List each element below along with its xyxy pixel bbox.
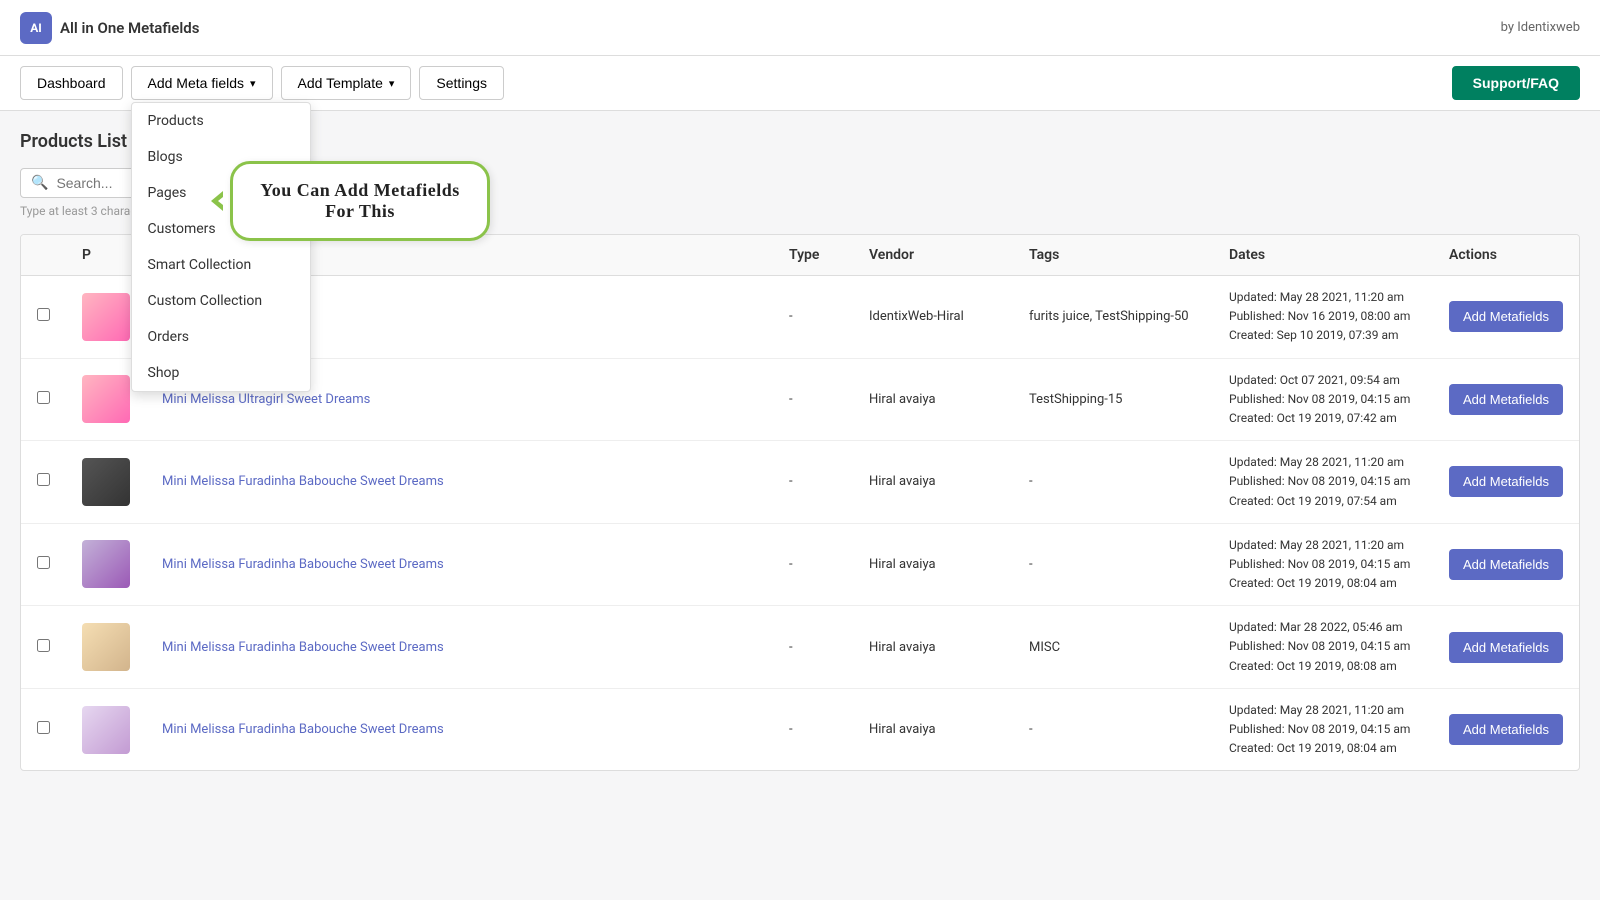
product-title-link[interactable]: Mini Melissa Ultragirl Sweet Dreams — [162, 392, 370, 407]
add-template-button[interactable]: Add Template ▾ — [281, 66, 412, 100]
add-meta-button[interactable]: Add Meta fields ▾ — [131, 66, 273, 100]
row-actions-cell: Add Metafields — [1433, 606, 1579, 689]
row-tags-cell: furits juice, TestShipping-50 — [1013, 276, 1213, 359]
product-image — [82, 458, 130, 506]
row-type-cell: - — [773, 688, 853, 770]
add-metafields-button[interactable]: Add Metafields — [1449, 301, 1563, 332]
add-meta-dropdown[interactable]: Add Meta fields ▾ Products Blogs Pages C… — [131, 66, 273, 100]
row-type-cell: - — [773, 606, 853, 689]
app-icon: AI — [20, 12, 52, 44]
row-actions-cell: Add Metafields — [1433, 358, 1579, 441]
row-vendor-cell: Hiral avaiya — [853, 688, 1013, 770]
row-tags-cell: MISC — [1013, 606, 1213, 689]
product-image — [82, 293, 130, 341]
product-title-link[interactable]: Mini Melissa Furadinha Babouche Sweet Dr… — [162, 722, 444, 737]
menu-item-custom-collection[interactable]: Custom Collection — [132, 283, 310, 319]
add-metafields-button[interactable]: Add Metafields — [1449, 466, 1563, 497]
product-title-link[interactable]: Mini Melissa Furadinha Babouche Sweet Dr… — [162, 474, 444, 489]
row-dates-cell: Updated: May 28 2021, 11:20 amPublished:… — [1213, 523, 1433, 606]
row-actions-cell: Add Metafields — [1433, 523, 1579, 606]
product-image — [82, 623, 130, 671]
row-checkbox-cell — [21, 276, 66, 359]
row-vendor-cell: Hiral avaiya — [853, 358, 1013, 441]
row-img-cell — [66, 441, 146, 524]
row-vendor-cell: Hiral avaiya — [853, 606, 1013, 689]
col-tags: Tags — [1013, 235, 1213, 276]
product-title-link[interactable]: Mini Melissa Furadinha Babouche Sweet Dr… — [162, 640, 444, 655]
row-dates-cell: Updated: Oct 07 2021, 09:54 amPublished:… — [1213, 358, 1433, 441]
add-metafields-button[interactable]: Add Metafields — [1449, 714, 1563, 745]
row-img-cell — [66, 523, 146, 606]
table-row: Mini Melissa Furadinha Babouche Sweet Dr… — [21, 688, 1579, 770]
row-tags-cell: - — [1013, 688, 1213, 770]
row-img-cell — [66, 606, 146, 689]
row-checkbox-cell — [21, 441, 66, 524]
row-dates-cell: Updated: May 28 2021, 11:20 amPublished:… — [1213, 688, 1433, 770]
product-title-link[interactable]: Mini Melissa Furadinha Babouche Sweet Dr… — [162, 557, 444, 572]
menu-item-orders[interactable]: Orders — [132, 319, 310, 355]
row-checkbox[interactable] — [37, 639, 50, 652]
row-title-cell: Mini Melissa Furadinha Babouche Sweet Dr… — [146, 688, 773, 770]
table-row: Mini Melissa Furadinha Babouche Sweet Dr… — [21, 606, 1579, 689]
row-vendor-cell: Hiral avaiya — [853, 441, 1013, 524]
tooltip-bubble: You Can Add Metafields For This — [230, 161, 490, 241]
add-meta-menu: Products Blogs Pages Customers Smart Col… — [131, 102, 311, 392]
add-metafields-button[interactable]: Add Metafields — [1449, 384, 1563, 415]
row-tags-cell: - — [1013, 523, 1213, 606]
row-title-cell: Mini Melissa Furadinha Babouche Sweet Dr… — [146, 441, 773, 524]
row-dates-cell: Updated: May 28 2021, 11:20 amPublished:… — [1213, 441, 1433, 524]
row-actions-cell: Add Metafields — [1433, 441, 1579, 524]
row-dates-cell: Updated: Mar 28 2022, 05:46 amPublished:… — [1213, 606, 1433, 689]
row-vendor-cell: Hiral avaiya — [853, 523, 1013, 606]
header-left: AI All in One Metafields — [20, 12, 199, 44]
row-tags-cell: - — [1013, 441, 1213, 524]
product-image — [82, 375, 130, 423]
row-title-cell: Mini Melissa Furadinha Babouche Sweet Dr… — [146, 606, 773, 689]
row-checkbox-cell — [21, 358, 66, 441]
row-dates-cell: Updated: May 28 2021, 11:20 amPublished:… — [1213, 276, 1433, 359]
row-checkbox[interactable] — [37, 473, 50, 486]
row-title-cell: Mini Melissa Furadinha Babouche Sweet Dr… — [146, 523, 773, 606]
row-checkbox[interactable] — [37, 556, 50, 569]
chevron-down-icon-template: ▾ — [389, 77, 395, 90]
row-vendor-cell: IdentixWeb-Hiral — [853, 276, 1013, 359]
col-actions: Actions — [1433, 235, 1579, 276]
menu-item-smart-collection[interactable]: Smart Collection — [132, 247, 310, 283]
row-checkbox[interactable] — [37, 308, 50, 321]
row-checkbox[interactable] — [37, 721, 50, 734]
col-dates: Dates — [1213, 235, 1433, 276]
support-button[interactable]: Support/FAQ — [1452, 66, 1580, 100]
dashboard-button[interactable]: Dashboard — [20, 66, 123, 100]
toolbar: Dashboard Add Meta fields ▾ Products Blo… — [0, 56, 1600, 111]
settings-button[interactable]: Settings — [419, 66, 504, 100]
row-checkbox[interactable] — [37, 391, 50, 404]
product-image — [82, 706, 130, 754]
row-type-cell: - — [773, 358, 853, 441]
add-metafields-button[interactable]: Add Metafields — [1449, 632, 1563, 663]
product-image — [82, 540, 130, 588]
row-actions-cell: Add Metafields — [1433, 688, 1579, 770]
menu-item-shop[interactable]: Shop — [132, 355, 310, 391]
col-type: Type — [773, 235, 853, 276]
menu-item-products[interactable]: Products — [132, 103, 310, 139]
row-checkbox-cell — [21, 688, 66, 770]
table-row: Mini Melissa Furadinha Babouche Sweet Dr… — [21, 523, 1579, 606]
row-actions-cell: Add Metafields — [1433, 276, 1579, 359]
app-title: All in One Metafields — [60, 19, 199, 37]
header: AI All in One Metafields by Identixweb — [0, 0, 1600, 56]
header-by: by Identixweb — [1501, 20, 1580, 35]
row-checkbox-cell — [21, 523, 66, 606]
row-type-cell: - — [773, 523, 853, 606]
add-metafields-button[interactable]: Add Metafields — [1449, 549, 1563, 580]
row-type-cell: - — [773, 441, 853, 524]
row-tags-cell: TestShipping-15 — [1013, 358, 1213, 441]
col-checkbox — [21, 235, 66, 276]
col-vendor: Vendor — [853, 235, 1013, 276]
row-img-cell — [66, 688, 146, 770]
row-checkbox-cell — [21, 606, 66, 689]
row-type-cell: - — [773, 276, 853, 359]
search-icon: 🔍 — [31, 175, 48, 191]
chevron-down-icon: ▾ — [250, 77, 256, 90]
table-row: Mini Melissa Furadinha Babouche Sweet Dr… — [21, 441, 1579, 524]
